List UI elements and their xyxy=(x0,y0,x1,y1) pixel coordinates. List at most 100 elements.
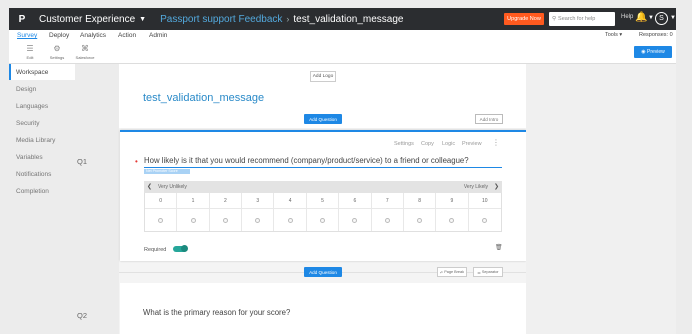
product-switcher[interactable]: Customer Experience ▼ xyxy=(39,14,146,25)
scale-option[interactable]: 7 xyxy=(371,193,404,231)
scale-option[interactable]: 8 xyxy=(403,193,437,231)
product-name: Customer Experience xyxy=(39,13,136,25)
sidebar-item-variables[interactable]: Variables xyxy=(9,149,75,165)
question-settings-button[interactable]: Settings xyxy=(394,141,414,147)
separator-button[interactable]: ⚌ Separator xyxy=(473,267,503,277)
edit-icon: ☰ xyxy=(26,44,34,53)
radio-button[interactable] xyxy=(287,217,293,223)
edit-label: Edit xyxy=(26,55,34,60)
scale-option[interactable]: 0 xyxy=(145,193,178,231)
question-text[interactable]: How likely is it that you would recommen… xyxy=(144,156,469,165)
app-logo: P xyxy=(18,13,26,25)
radio-button[interactable] xyxy=(384,217,390,223)
sidebar-item-security[interactable]: Security xyxy=(9,115,75,131)
breadcrumb-survey-link[interactable]: Passport support Feedback xyxy=(160,14,282,25)
salesforce-icon: ⌘ xyxy=(81,44,89,53)
sidebar-item-design[interactable]: Design xyxy=(9,81,75,97)
scale-option-label: 9 xyxy=(436,193,468,209)
radio-button[interactable] xyxy=(449,217,455,223)
required-asterisk: • xyxy=(135,157,138,166)
sidebar-item-notifications[interactable]: Notifications xyxy=(9,166,75,182)
radio-button[interactable] xyxy=(158,217,164,223)
sidebar-item-workspace[interactable]: Workspace xyxy=(9,64,75,80)
survey-toolbar: ☰ Edit ⚙ Settings ⌘ Salesforce ◉ Preview xyxy=(9,42,676,64)
scale-option-label: 8 xyxy=(403,193,436,209)
radio-button[interactable] xyxy=(222,217,228,223)
radio-button[interactable] xyxy=(417,217,423,223)
radio-button[interactable] xyxy=(255,217,261,223)
help-search-placeholder: Search for help xyxy=(558,16,596,22)
radio-button[interactable] xyxy=(319,217,325,223)
settings-label: Settings xyxy=(49,55,65,60)
survey-canvas: Add Logo test_validation_message Add Que… xyxy=(119,64,526,334)
scale-option[interactable]: 9 xyxy=(436,193,469,231)
help-search-input[interactable]: ⚲ Search for help xyxy=(549,12,615,26)
required-toggle[interactable] xyxy=(173,245,188,252)
scale-option[interactable]: 10 xyxy=(468,193,501,231)
question-copy-button[interactable]: Copy xyxy=(421,141,434,147)
preview-button[interactable]: ◉ Preview xyxy=(634,46,672,58)
scale-option[interactable]: 6 xyxy=(339,193,372,231)
scale-right-label[interactable]: Very Likely xyxy=(464,184,488,190)
nav-deploy[interactable]: Deploy xyxy=(49,32,69,39)
scale-option-label: 2 xyxy=(209,193,242,209)
scale-option-label: 10 xyxy=(468,193,501,209)
scale-option-label: 3 xyxy=(242,193,274,209)
chevron-left-icon[interactable]: ❮ xyxy=(147,183,152,190)
settings-tool[interactable]: ⚙ Settings xyxy=(45,44,69,60)
nav-survey[interactable]: Survey xyxy=(17,32,37,39)
scale-left-label[interactable]: Very Unlikely xyxy=(158,184,187,190)
avatar[interactable]: S xyxy=(655,12,668,25)
scale-header: ❮ Very Unlikely Very Likely ❯ xyxy=(144,181,502,193)
add-question-button[interactable]: Add Question xyxy=(304,267,342,277)
chevron-right-icon[interactable]: ❯ xyxy=(494,183,499,190)
sidebar-item-media-library[interactable]: Media Library xyxy=(9,132,75,148)
bell-icon[interactable]: 🔔 xyxy=(635,12,647,23)
radio-button[interactable] xyxy=(482,217,488,223)
question-number-q1: Q1 xyxy=(77,157,88,166)
upgrade-button[interactable]: Upgrade Now xyxy=(504,13,544,25)
question-card-q1[interactable]: Settings Copy Logic Preview ⋮ • How like… xyxy=(120,130,526,261)
scale-option[interactable]: 3 xyxy=(242,193,275,231)
scale-option[interactable]: 1 xyxy=(177,193,210,231)
add-intro-button[interactable]: Add Intro xyxy=(475,114,503,124)
survey-title[interactable]: test_validation_message xyxy=(143,92,264,104)
sidebar-item-languages[interactable]: Languages xyxy=(9,98,75,114)
sidebar-item-completion[interactable]: Completion xyxy=(9,183,75,199)
right-pane xyxy=(526,64,676,334)
question-logic-button[interactable]: Logic xyxy=(442,141,455,147)
gear-icon: ⚙ xyxy=(53,44,61,53)
radio-button[interactable] xyxy=(352,217,358,223)
question-card-q2[interactable]: What is the primary reason for your scor… xyxy=(120,283,526,334)
nav-action[interactable]: Action xyxy=(118,32,136,39)
salesforce-tool[interactable]: ⌘ Salesforce xyxy=(73,44,97,60)
add-question-button[interactable]: Add Question xyxy=(304,114,342,124)
question-preview-button[interactable]: Preview xyxy=(462,141,482,147)
page-break-button[interactable]: ↶ Page Break xyxy=(437,267,467,277)
scale-option[interactable]: 5 xyxy=(306,193,340,231)
nav-analytics[interactable]: Analytics xyxy=(80,32,106,39)
edit-tool[interactable]: ☰ Edit xyxy=(18,44,42,60)
search-icon: ⚲ xyxy=(552,16,557,22)
more-options-icon[interactable]: ⋮ xyxy=(492,138,500,147)
responses-count[interactable]: Responses: 0 xyxy=(639,32,673,38)
trash-icon[interactable]: 🗑 xyxy=(495,244,503,251)
question-type-tag: Net Promoter Score xyxy=(144,169,190,174)
question-number-q2: Q2 xyxy=(77,311,88,320)
question-insert-row: Add Question ↶ Page Break ⚌ Separator xyxy=(119,264,526,280)
scale-option[interactable]: 2 xyxy=(209,193,243,231)
chevron-down-icon[interactable]: ▼ xyxy=(670,15,676,21)
required-label: Required xyxy=(144,247,167,253)
scale-option-label: 7 xyxy=(371,193,403,209)
help-link[interactable]: Help xyxy=(621,14,633,20)
salesforce-label: Salesforce xyxy=(75,55,95,60)
add-logo-button[interactable]: Add Logo xyxy=(310,71,336,82)
tools-menu[interactable]: Tools ▾ xyxy=(605,32,622,38)
question-text[interactable]: What is the primary reason for your scor… xyxy=(143,308,290,317)
radio-button[interactable] xyxy=(190,217,196,223)
scale-option[interactable]: 4 xyxy=(274,193,307,231)
chevron-down-icon[interactable]: ▼ xyxy=(648,15,654,21)
nav-admin[interactable]: Admin xyxy=(149,32,167,39)
scale-option-label: 0 xyxy=(145,193,177,209)
scale-option-label: 4 xyxy=(274,193,306,209)
